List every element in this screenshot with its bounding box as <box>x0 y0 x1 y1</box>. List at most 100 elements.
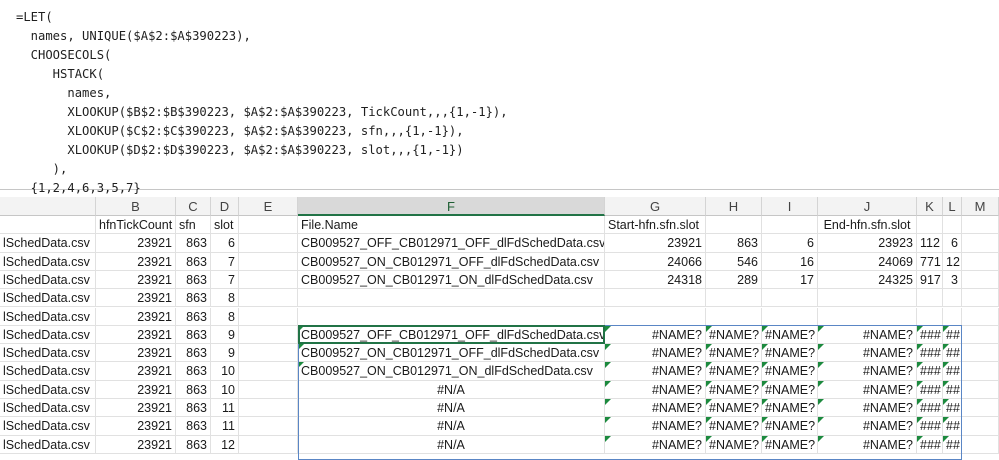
cell-a[interactable]: lSchedData.csv <box>0 289 96 308</box>
cell-f[interactable]: #N/A <box>298 417 605 436</box>
column-header-j[interactable]: J <box>818 197 917 216</box>
cell-f[interactable]: CB009527_ON_CB012971_ON_dlFdSchedData.cs… <box>298 362 605 381</box>
cell-h[interactable]: 546 <box>706 252 762 271</box>
column-header-g[interactable]: G <box>605 197 706 216</box>
cell-b[interactable]: 23921 <box>96 362 176 381</box>
cell-j[interactable]: #NAME? <box>818 325 917 345</box>
cell-c[interactable]: 863 <box>176 399 211 418</box>
cell-k[interactable]: ### <box>917 362 943 381</box>
cell-l[interactable]: ## <box>943 399 962 418</box>
cell-a[interactable]: lSchedData.csv <box>0 362 96 381</box>
cell-g[interactable]: 23921 <box>605 234 706 253</box>
cell-h[interactable]: #NAME? <box>706 344 762 363</box>
cell-e[interactable] <box>239 307 298 326</box>
cell-i[interactable]: #NAME? <box>762 435 818 454</box>
cell-l[interactable] <box>943 307 962 326</box>
cell-f[interactable]: CB009527_OFF_CB012971_OFF_dlFdSchedData.… <box>298 234 605 253</box>
cell-f[interactable]: CB009527_ON_CB012971_OFF_dlFdSchedData.c… <box>298 252 605 271</box>
cell-d[interactable]: 9 <box>211 344 239 363</box>
cell-j[interactable]: 24325 <box>818 270 917 290</box>
cell-g[interactable]: #NAME? <box>605 344 706 363</box>
cell-d[interactable]: 8 <box>211 307 239 326</box>
cell-g[interactable] <box>605 289 706 308</box>
cell-f[interactable] <box>298 289 605 308</box>
cell-f[interactable]: CB009527_OFF_CB012971_OFF_dlFdSchedData.… <box>298 325 605 345</box>
cell-a[interactable]: lSchedData.csv <box>0 325 96 345</box>
cell-l[interactable]: 6 <box>943 234 962 253</box>
cell-j[interactable]: #NAME? <box>818 399 917 418</box>
cell-j[interactable]: #NAME? <box>818 362 917 381</box>
cell-i[interactable]: 17 <box>762 270 818 290</box>
cell-e[interactable] <box>239 435 298 454</box>
cell-m[interactable] <box>962 399 999 418</box>
cell-e[interactable] <box>239 362 298 381</box>
cell-i[interactable]: #NAME? <box>762 399 818 418</box>
column-header-i[interactable]: I <box>762 197 818 216</box>
cell-b[interactable]: 23921 <box>96 325 176 345</box>
cell-f[interactable]: CB009527_ON_CB012971_OFF_dlFdSchedData.c… <box>298 344 605 363</box>
column-header-b[interactable]: B <box>96 197 176 216</box>
cell-h[interactable] <box>706 216 762 235</box>
cell-b[interactable]: 23921 <box>96 307 176 326</box>
cell-k[interactable]: 917 <box>917 270 943 290</box>
cell-b[interactable]: 23921 <box>96 435 176 454</box>
column-header-l[interactable]: L <box>943 197 962 216</box>
cell-l[interactable]: ## <box>943 344 962 363</box>
cell-g[interactable]: #NAME? <box>605 399 706 418</box>
cell-c[interactable]: sfn <box>176 216 211 235</box>
cell-c[interactable]: 863 <box>176 307 211 326</box>
formula-text[interactable]: =LET( names, UNIQUE($A$2:$A$390223), CHO… <box>0 0 999 198</box>
cell-a[interactable] <box>0 216 96 235</box>
cell-e[interactable] <box>239 289 298 308</box>
cell-k[interactable]: ### <box>917 325 943 345</box>
cell-g[interactable] <box>605 307 706 326</box>
cell-b[interactable]: 23921 <box>96 289 176 308</box>
cell-a[interactable]: lSchedData.csv <box>0 399 96 418</box>
cell-m[interactable] <box>962 270 999 290</box>
cell-b[interactable]: 23921 <box>96 270 176 290</box>
cell-j[interactable]: #NAME? <box>818 435 917 454</box>
cell-b[interactable]: 23921 <box>96 417 176 436</box>
cell-j[interactable]: #NAME? <box>818 380 917 399</box>
cell-h[interactable] <box>706 289 762 308</box>
cell-a[interactable]: lSchedData.csv <box>0 307 96 326</box>
cell-f[interactable]: #N/A <box>298 399 605 418</box>
cell-f[interactable]: #N/A <box>298 435 605 454</box>
column-header-c[interactable]: C <box>176 197 211 216</box>
cell-m[interactable] <box>962 417 999 436</box>
cell-h[interactable]: 289 <box>706 270 762 290</box>
cell-d[interactable]: 11 <box>211 399 239 418</box>
cell-h[interactable]: #NAME? <box>706 399 762 418</box>
cell-a[interactable]: lSchedData.csv <box>0 435 96 454</box>
cell-d[interactable]: 10 <box>211 362 239 381</box>
cell-j[interactable] <box>818 289 917 308</box>
cell-h[interactable]: #NAME? <box>706 325 762 345</box>
cell-b[interactable]: hfnTickCount <box>96 216 176 235</box>
cell-d[interactable]: slot <box>211 216 239 235</box>
cell-i[interactable]: #NAME? <box>762 325 818 345</box>
cell-i[interactable]: #NAME? <box>762 380 818 399</box>
cell-i[interactable]: #NAME? <box>762 362 818 381</box>
cell-m[interactable] <box>962 252 999 271</box>
cell-l[interactable]: ## <box>943 417 962 436</box>
cell-b[interactable]: 23921 <box>96 234 176 253</box>
cell-e[interactable] <box>239 344 298 363</box>
column-header-f[interactable]: F <box>298 197 605 216</box>
cell-c[interactable]: 863 <box>176 344 211 363</box>
cell-f[interactable]: File.Name <box>298 216 605 235</box>
cell-j[interactable]: 23923 <box>818 234 917 253</box>
cell-k[interactable] <box>917 307 943 326</box>
cell-j[interactable]: End-hfn.sfn.slot <box>818 216 917 235</box>
cell-h[interactable] <box>706 307 762 326</box>
cell-e[interactable] <box>239 252 298 271</box>
cell-g[interactable]: Start-hfn.sfn.slot <box>605 216 706 235</box>
cell-d[interactable]: 7 <box>211 270 239 290</box>
cell-k[interactable]: 771 <box>917 252 943 271</box>
column-header-m[interactable]: M <box>962 197 999 216</box>
cell-k[interactable]: ### <box>917 435 943 454</box>
cell-d[interactable]: 6 <box>211 234 239 253</box>
cell-h[interactable]: #NAME? <box>706 380 762 399</box>
cell-f[interactable]: CB009527_ON_CB012971_ON_dlFdSchedData.cs… <box>298 270 605 290</box>
cell-b[interactable]: 23921 <box>96 380 176 399</box>
cell-c[interactable]: 863 <box>176 270 211 290</box>
